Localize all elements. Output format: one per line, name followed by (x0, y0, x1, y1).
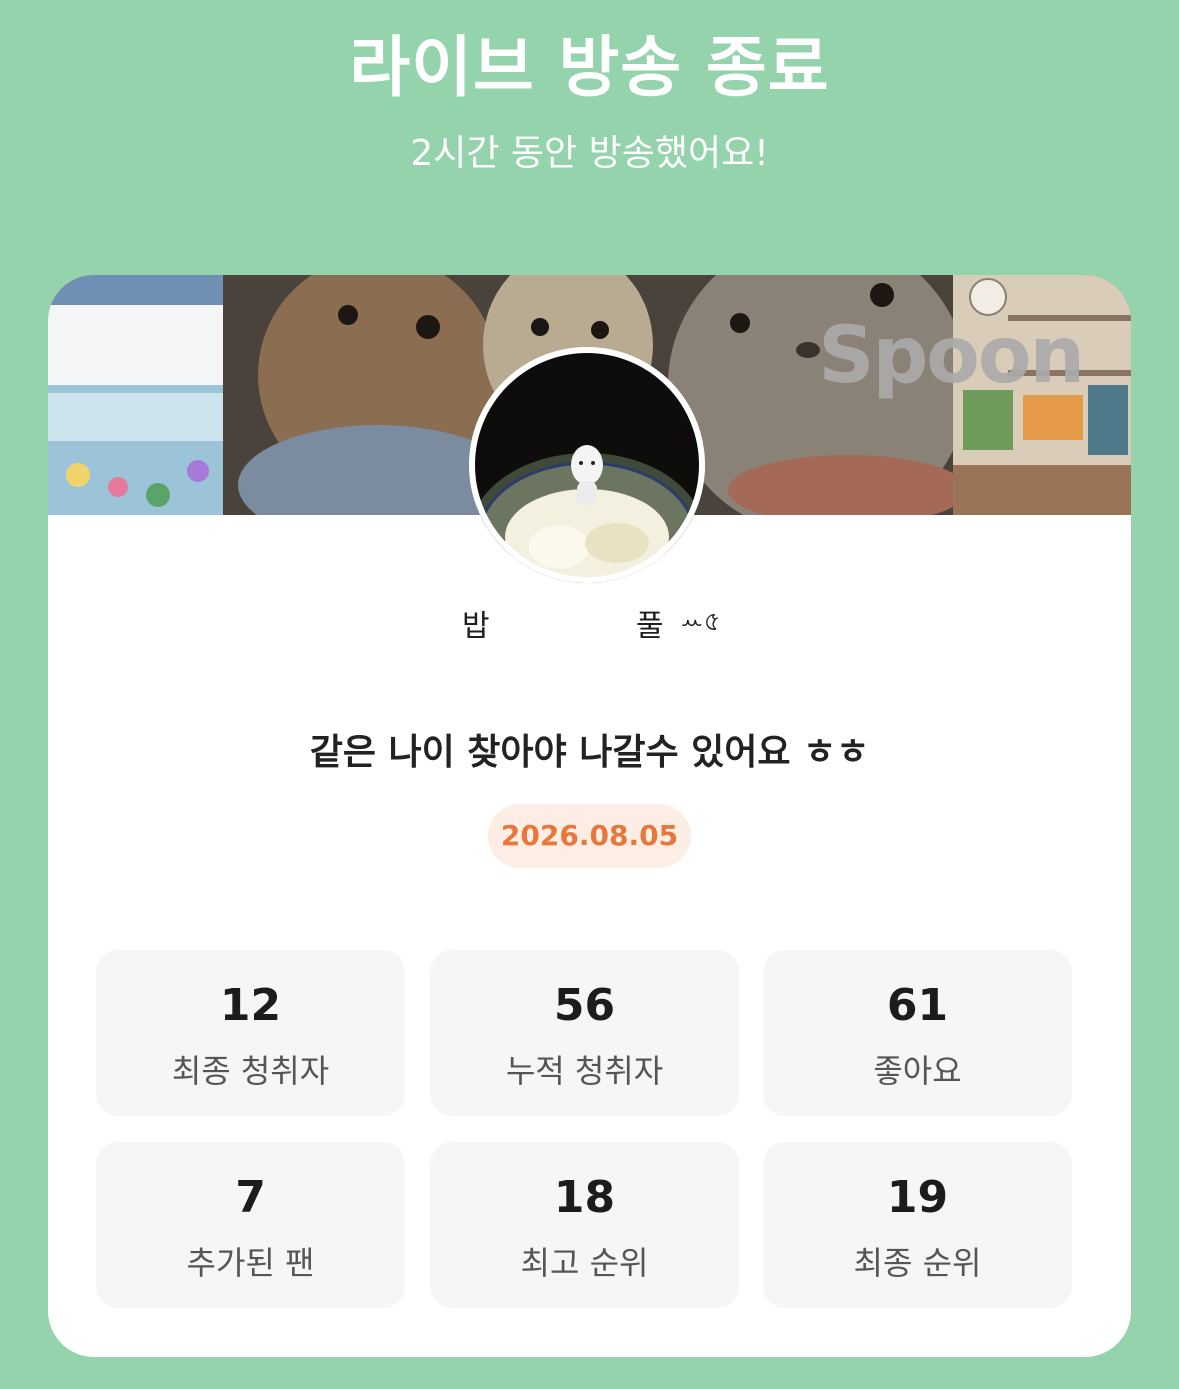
stat-highest-rank: 18 최고 순위 (430, 1142, 739, 1308)
profile-avatar[interactable] (469, 347, 705, 583)
broadcast-title: 같은 나이 찾아야 나갈수 있어요 ㅎㅎ (309, 732, 870, 773)
stat-label: 최종 청취자 (171, 1052, 330, 1090)
stat-value: 7 (235, 1172, 266, 1223)
stat-value: 56 (553, 980, 616, 1031)
stat-value: 18 (553, 1172, 616, 1223)
spoon-watermark-logo: Spoon (818, 311, 1085, 401)
nickname-decoration: ꕀ৫ (680, 607, 721, 637)
streamer-nickname: 밥 풀 ꕀ৫ (48, 601, 1131, 644)
stat-value: 61 (886, 980, 949, 1031)
stat-value: 19 (886, 1172, 949, 1223)
stat-label: 좋아요 (873, 1052, 962, 1090)
stat-label: 추가된 팬 (186, 1244, 315, 1282)
stat-label: 누적 청취자 (505, 1052, 664, 1090)
stat-final-listeners: 12 최종 청취자 (96, 950, 405, 1116)
broadcast-duration-text: 2시간 동안 방송했어요! (410, 133, 769, 174)
nickname-part: 밥 (462, 609, 490, 644)
stat-label: 최종 순위 (853, 1244, 982, 1282)
broadcast-summary-card: Spoon 밥 풀 ꕀ৫ 같은 나이 찾아야 나갈수 있어요 ㅎㅎ 2026.0… (48, 275, 1131, 1357)
stat-new-fans: 7 추가된 팬 (96, 1142, 405, 1308)
broadcast-date-badge: 2026.08.05 (488, 804, 691, 868)
stat-final-rank: 19 최종 순위 (763, 1142, 1072, 1308)
stat-likes: 61 좋아요 (763, 950, 1072, 1116)
page-title: 라이브 방송 종료 (349, 29, 830, 106)
nickname-part: 풀 (636, 609, 664, 644)
stat-total-listeners: 56 누적 청취자 (430, 950, 739, 1116)
stat-value: 12 (219, 980, 282, 1031)
stat-label: 최고 순위 (520, 1244, 649, 1282)
